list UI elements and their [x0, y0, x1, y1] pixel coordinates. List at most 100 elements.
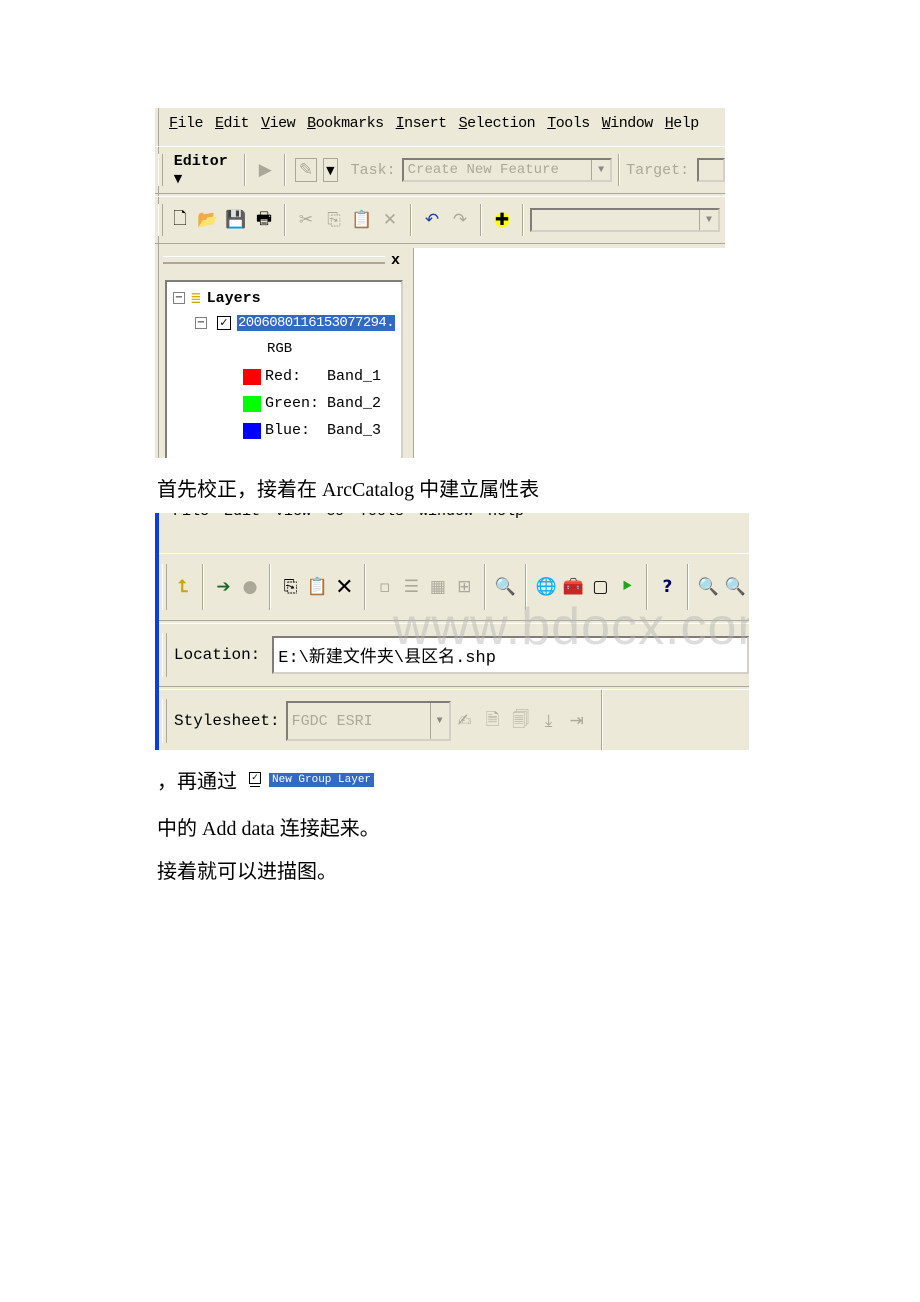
- stylesheet-value: FGDC ESRI: [291, 712, 373, 730]
- separator: [618, 153, 621, 187]
- create-update-metadata-icon[interactable]: 🗐: [510, 710, 532, 732]
- toc-layer-item[interactable]: − ✓ 2006080116153077294.: [195, 315, 396, 331]
- layer-visibility-checkbox[interactable]: ✓: [217, 316, 231, 330]
- up-one-level-icon[interactable]: ⮤: [173, 576, 194, 598]
- arcmap-menu-bar: File Edit View Bookmarks Insert Selectio…: [155, 108, 725, 138]
- menu-edit[interactable]: Edit: [215, 115, 250, 132]
- save-icon[interactable]: 💾: [225, 209, 247, 231]
- copy-icon[interactable]: ⎘: [280, 576, 301, 598]
- toolbar-grip[interactable]: [158, 203, 163, 237]
- redo-icon[interactable]: ↷: [449, 209, 471, 231]
- add-data-icon[interactable]: ✚: [491, 209, 513, 231]
- task-dropdown[interactable]: Create New Feature ▼: [401, 158, 613, 182]
- scale-dropdown[interactable]: ▼: [530, 208, 720, 232]
- editor-menu-button[interactable]: Editor ▼: [174, 153, 239, 187]
- red-swatch: [243, 368, 261, 385]
- connect-folder-icon[interactable]: ➔: [213, 576, 234, 598]
- separator: [522, 203, 524, 237]
- menu-tools[interactable]: Tools: [547, 115, 590, 132]
- import-metadata-icon[interactable]: ⤓: [538, 710, 560, 732]
- copy-icon[interactable]: ⎘: [323, 209, 345, 231]
- export-metadata-icon[interactable]: ⇥: [566, 710, 588, 732]
- new-document-icon[interactable]: 🗋: [169, 209, 191, 231]
- separator: [284, 153, 287, 187]
- dropdown-arrow-icon: ▼: [591, 160, 611, 180]
- paragraph-2-text: ，再通过: [157, 771, 237, 793]
- table-of-contents-panel: x − ≣ Layers − ✓ 2006080116153077294. RG…: [159, 248, 409, 458]
- target-label: Target:: [626, 161, 690, 179]
- edit-tool-arrow-icon[interactable]: ▶: [255, 159, 275, 181]
- menu-view[interactable]: View: [261, 115, 296, 132]
- paragraph-3: 中的 Add data 连接起来。: [157, 818, 380, 840]
- zoom-out-icon[interactable]: 🔍: [725, 576, 746, 598]
- globe-icon[interactable]: 🌐: [536, 576, 557, 598]
- toc-tree: − ≣ Layers − ✓ 2006080116153077294. RGB …: [165, 280, 403, 458]
- whats-this-help-icon[interactable]: ?: [657, 576, 678, 598]
- thumbnails-icon[interactable]: ⊞: [454, 576, 475, 598]
- separator: [363, 563, 366, 611]
- catalog-menu-bar[interactable]: File Edit View Go Tools Window Help: [173, 513, 524, 520]
- list-icon[interactable]: ☰: [401, 576, 422, 598]
- band-row-blue: Blue: Band_3: [243, 422, 381, 439]
- toolbar-grip[interactable]: [158, 153, 163, 187]
- menu-bookmarks[interactable]: Bookmarks: [307, 115, 384, 132]
- layer-name[interactable]: 2006080116153077294.: [237, 315, 396, 331]
- renderer-label: RGB: [267, 341, 293, 357]
- menu-file[interactable]: File: [169, 115, 204, 132]
- close-panel-icon[interactable]: x: [391, 252, 400, 269]
- paste-icon[interactable]: 📋: [351, 209, 373, 231]
- location-label: Location:: [173, 646, 261, 664]
- paragraph-2: ，再通过 ✓ New Group Layer: [157, 765, 375, 794]
- dropdown-arrow-icon: ▼: [173, 172, 183, 185]
- collapse-icon[interactable]: −: [195, 317, 207, 329]
- separator: [410, 203, 412, 237]
- sketch-pencil-icon[interactable]: ✎: [295, 158, 317, 182]
- cut-icon[interactable]: ✂: [295, 209, 317, 231]
- target-dropdown[interactable]: [697, 158, 725, 182]
- inline-layer-label: New Group Layer: [269, 772, 375, 787]
- delete-icon[interactable]: ✕: [334, 575, 355, 600]
- separator: [284, 203, 286, 237]
- metadata-toolbar: Stylesheet: FGDC ESRI ▼ ✍ 🗎 🗐 ⤓ ⇥: [159, 689, 749, 750]
- menu-help[interactable]: Help: [665, 115, 700, 132]
- separator: [600, 690, 603, 750]
- edit-metadata-icon[interactable]: ✍: [454, 710, 476, 732]
- zoom-in-icon[interactable]: 🔍: [698, 576, 719, 598]
- stylesheet-label: Stylesheet:: [174, 712, 280, 730]
- disconnect-folder-icon[interactable]: ●: [240, 576, 261, 598]
- stylesheet-dropdown[interactable]: FGDC ESRI ▼: [285, 701, 451, 741]
- arctoolbox-icon[interactable]: 🧰: [563, 576, 584, 598]
- task-label: Task:: [350, 161, 396, 179]
- toolbar-grip[interactable]: [162, 563, 167, 611]
- menu-selection[interactable]: Selection: [459, 115, 536, 132]
- command-line-icon[interactable]: ▢: [590, 576, 611, 598]
- blue-swatch: [243, 422, 261, 439]
- task-value: Create New Feature: [407, 162, 559, 178]
- large-icons-icon[interactable]: ▫: [375, 576, 396, 598]
- panel-title-grip[interactable]: [163, 262, 385, 263]
- paste-icon[interactable]: 📋: [307, 576, 328, 598]
- inline-checkbox-icon: ✓: [249, 772, 261, 787]
- menu-window[interactable]: Window: [602, 115, 654, 132]
- details-icon[interactable]: ▦: [428, 576, 449, 598]
- metadata-properties-icon[interactable]: 🗎: [482, 710, 504, 732]
- toc-root-layers[interactable]: − ≣ Layers: [173, 288, 261, 308]
- separator: [480, 203, 482, 237]
- menu-insert[interactable]: Insert: [396, 115, 448, 132]
- toolbar-grip[interactable]: [162, 699, 167, 743]
- launch-arcmap-icon[interactable]: 🔍: [495, 576, 516, 598]
- toolbar-grip[interactable]: [162, 633, 167, 677]
- separator: [202, 563, 205, 611]
- layers-stack-icon: ≣: [191, 290, 201, 308]
- collapse-icon[interactable]: −: [173, 292, 185, 304]
- model-builder-icon[interactable]: ⯈: [617, 576, 638, 598]
- delete-icon[interactable]: ✕: [379, 209, 401, 231]
- sketch-dropdown-icon[interactable]: ▼: [322, 158, 338, 182]
- undo-icon[interactable]: ↶: [421, 209, 443, 231]
- band-row-red: Red: Band_1: [243, 368, 381, 385]
- dropdown-arrow-icon: ▼: [429, 703, 449, 739]
- print-icon[interactable]: 🖶: [253, 209, 275, 231]
- map-display-area[interactable]: [413, 248, 725, 458]
- paragraph-4: 接着就可以进描图。: [157, 861, 337, 883]
- open-folder-icon[interactable]: 📂: [197, 209, 219, 231]
